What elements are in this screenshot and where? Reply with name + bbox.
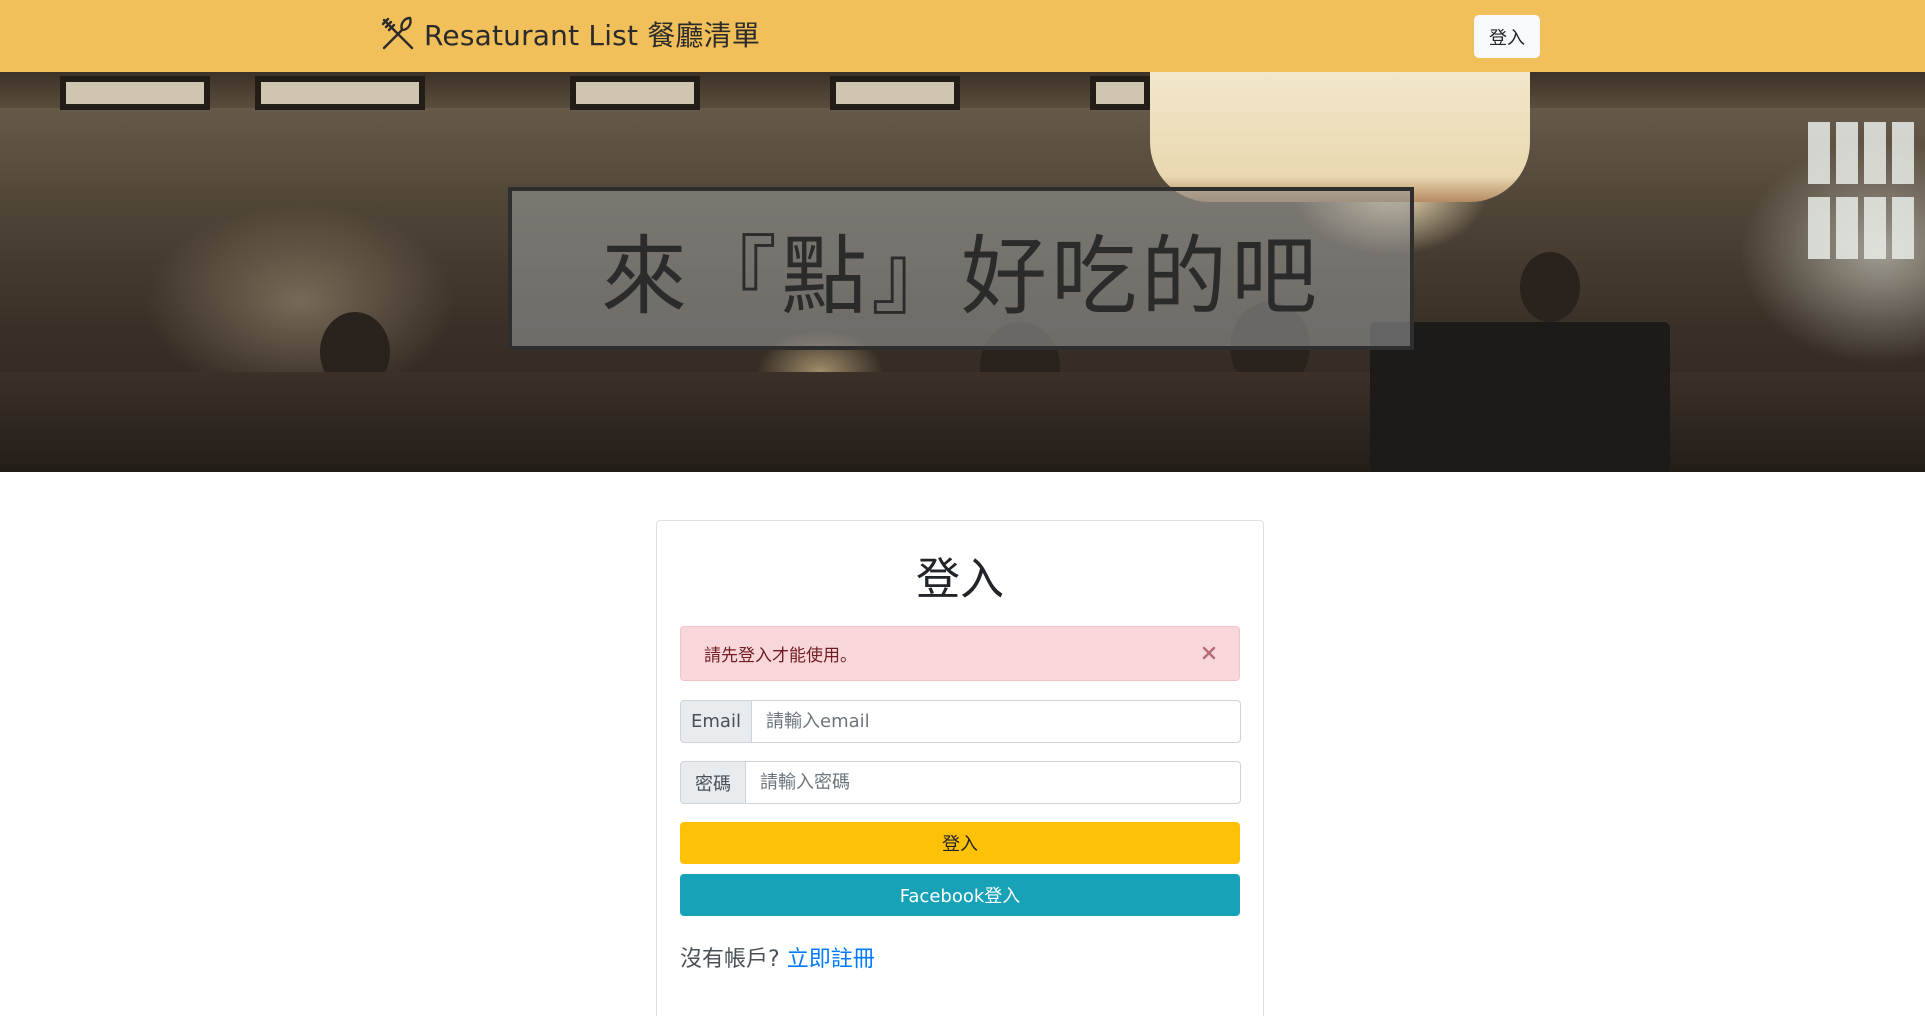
brand-title: Resaturant List 餐廳清單 [424, 19, 761, 52]
window-pane [1892, 197, 1914, 259]
register-prompt: 沒有帳戶? 立即註冊 [680, 941, 875, 973]
email-label: Email [680, 700, 752, 743]
hero-headline-box: 來『點』好吃的吧 [508, 187, 1414, 350]
login-submit-button[interactable]: 登入 [680, 822, 1240, 864]
window-pane [1892, 122, 1914, 184]
wall-frame [60, 76, 210, 110]
password-label: 密碼 [680, 761, 746, 804]
login-card: 登入 請先登入才能使用。 Email 密碼 登入 Facebook登入 沒有帳戶… [656, 520, 1264, 1016]
window-pane [1836, 197, 1858, 259]
wall-frame [255, 76, 425, 110]
email-input-group: Email [680, 700, 1241, 743]
window-pane [1808, 197, 1830, 259]
alert-message: 請先登入才能使用。 [704, 646, 857, 666]
window-pane [1864, 197, 1886, 259]
brand[interactable]: Resaturant List 餐廳清單 [378, 14, 760, 54]
fork-knife-icon [378, 14, 418, 54]
pendant-lamp [1150, 72, 1530, 202]
hero-headline: 來『點』好吃的吧 [601, 227, 1321, 327]
register-monitor [1370, 322, 1670, 472]
window-pane [1836, 122, 1858, 184]
register-link[interactable]: 立即註冊 [787, 947, 875, 972]
login-title: 登入 [916, 554, 1004, 605]
password-field[interactable] [746, 761, 1241, 804]
window-pane [1864, 122, 1886, 184]
wall-frame [570, 76, 700, 110]
nav-login-button[interactable]: 登入 [1474, 15, 1540, 58]
password-input-group: 密碼 [680, 761, 1241, 804]
window-pane [1808, 122, 1830, 184]
patron-silhouette [1520, 252, 1580, 322]
login-required-alert: 請先登入才能使用。 [680, 626, 1240, 681]
register-prompt-text: 沒有帳戶? [680, 947, 780, 972]
close-icon[interactable] [1197, 641, 1221, 665]
email-field[interactable] [752, 700, 1241, 743]
wall-frame [1090, 76, 1150, 110]
navbar: Resaturant List 餐廳清單 登入 [0, 0, 1925, 72]
facebook-login-button[interactable]: Facebook登入 [680, 874, 1240, 916]
wall-frame [830, 76, 960, 110]
